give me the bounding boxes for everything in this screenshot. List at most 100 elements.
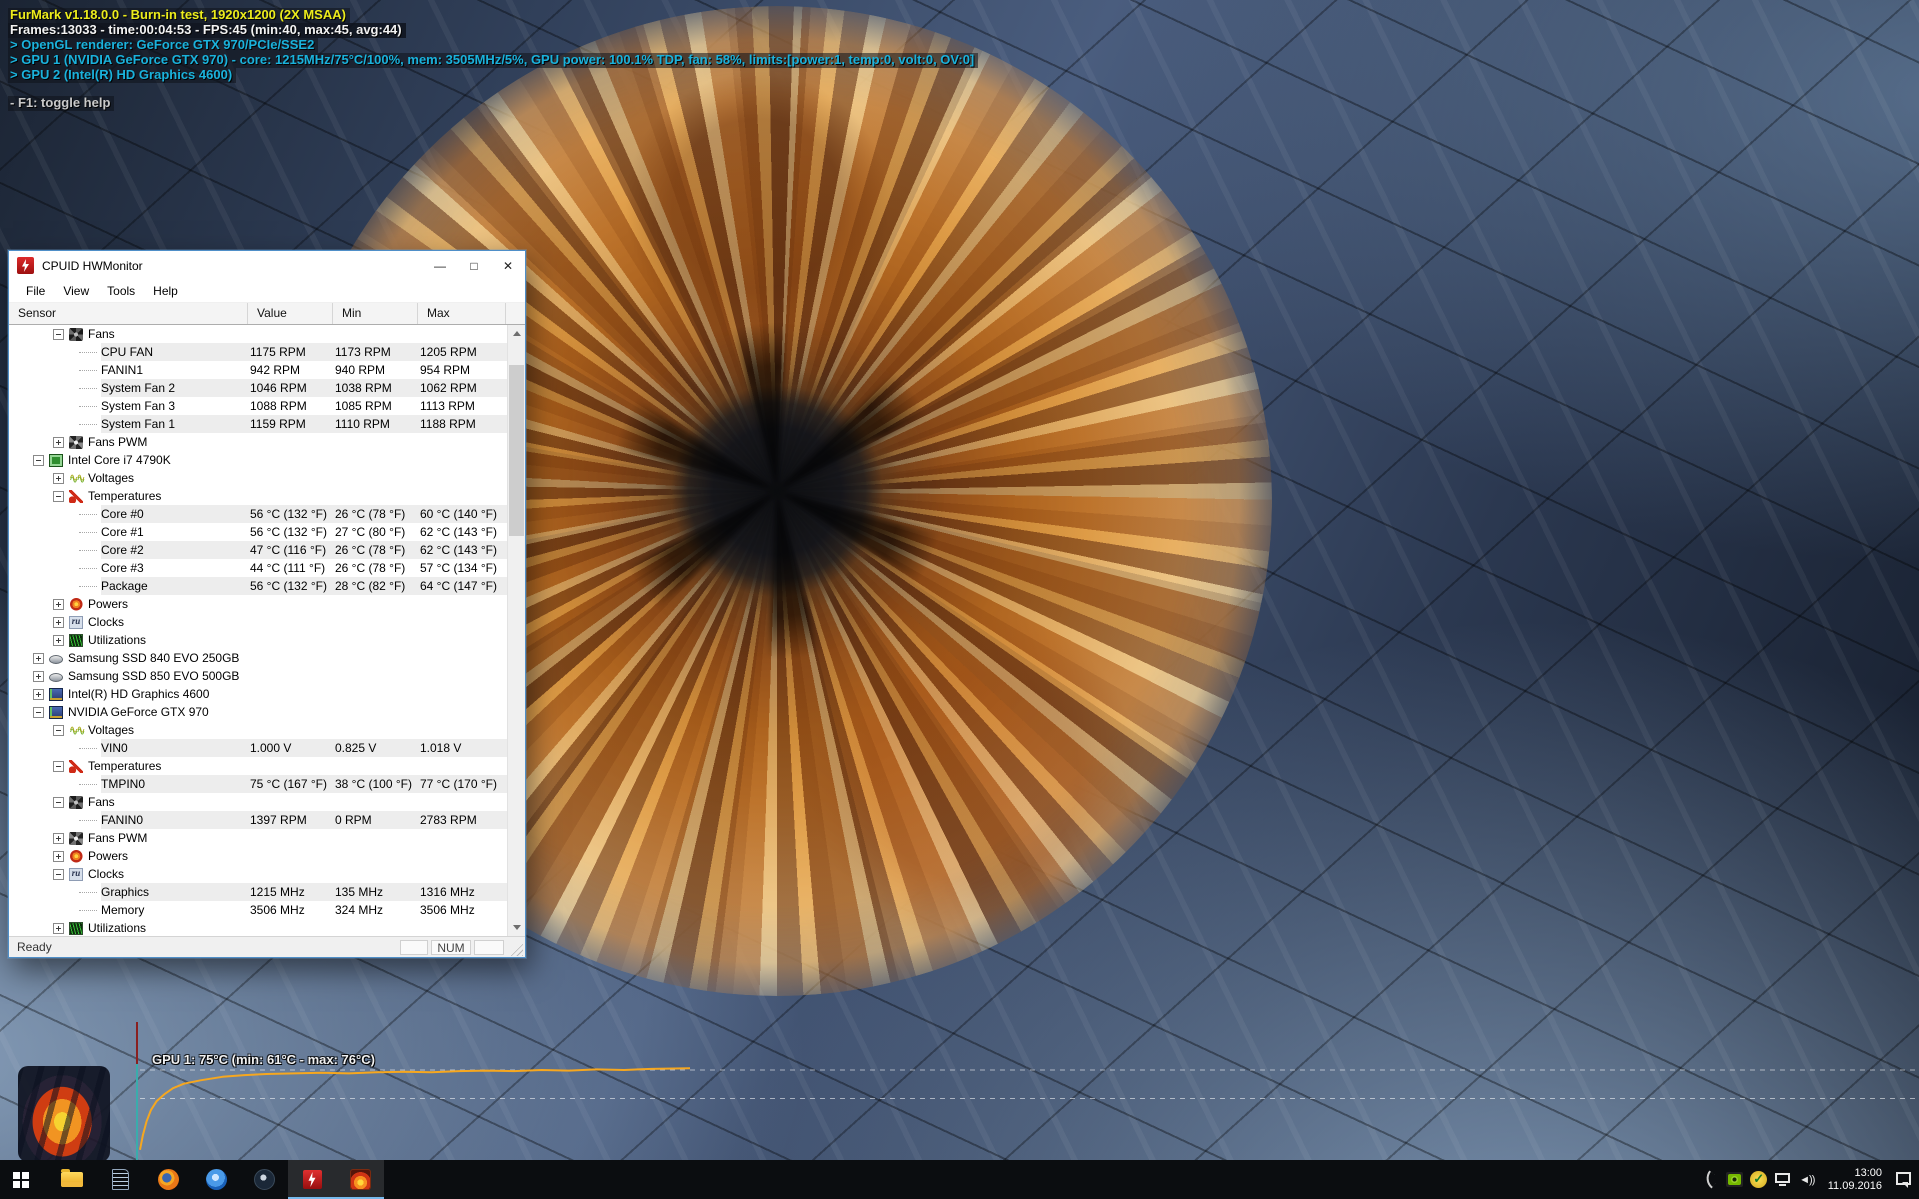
sensor-max: 77 °C (170 °F)	[420, 777, 497, 791]
taskbar-app-file-explorer[interactable]	[48, 1160, 96, 1199]
expand-toggle-icon[interactable]	[33, 652, 44, 664]
sensor-label: Memory	[101, 903, 145, 917]
collapse-toggle-icon[interactable]	[53, 760, 64, 772]
sensor-row-system-fan-3[interactable]: System Fan 3 1088 RPM 1085 RPM 1113 RPM	[9, 397, 508, 415]
minimize-button[interactable]: —	[423, 251, 457, 280]
tray-volume-button[interactable]: ◄))	[1795, 1160, 1819, 1199]
tree-connector	[79, 351, 97, 353]
sensor-row-clocks[interactable]: Clocks	[9, 613, 508, 631]
sensor-row-core-1[interactable]: Core #1 56 °C (132 °F) 27 °C (80 °F) 62 °C …	[9, 523, 508, 541]
column-header-sensor[interactable]: Sensor	[9, 303, 248, 324]
taskbar-app-thunderbird[interactable]	[192, 1160, 240, 1199]
menu-item-tools[interactable]: Tools	[98, 282, 144, 300]
sensor-label: Samsung SSD 850 EVO 500GB	[68, 669, 240, 683]
sensor-row-fans[interactable]: Fans	[9, 793, 508, 811]
taskbar-app-furmark[interactable]	[336, 1160, 384, 1199]
taskbar-app-firefox[interactable]	[144, 1160, 192, 1199]
tray-network-button[interactable]	[1771, 1160, 1795, 1199]
expand-toggle-icon[interactable]	[53, 472, 64, 484]
scrollbar-thumb[interactable]	[509, 365, 524, 536]
sensor-row-core-0[interactable]: Core #0 56 °C (132 °F) 26 °C (78 °F) 60 °C …	[9, 505, 508, 523]
column-header-max[interactable]: Max	[418, 303, 506, 324]
sensor-row-samsung-ssd-840-evo-250gb[interactable]: Samsung SSD 840 EVO 250GB	[9, 649, 508, 667]
sensor-row-fans[interactable]: Fans	[9, 325, 508, 343]
expand-toggle-icon[interactable]	[53, 634, 64, 646]
taskbar-app-hwmonitor[interactable]	[288, 1160, 336, 1199]
collapse-toggle-icon[interactable]	[33, 454, 44, 466]
sensor-row-cpu-fan[interactable]: CPU FAN 1175 RPM 1173 RPM 1205 RPM	[9, 343, 508, 361]
collapse-toggle-icon[interactable]	[53, 328, 64, 340]
sensor-label: Core #0	[101, 507, 144, 521]
collapse-toggle-icon[interactable]	[53, 868, 64, 880]
sensor-label: VIN0	[101, 741, 128, 755]
menu-item-help[interactable]: Help	[144, 282, 187, 300]
expand-toggle-icon[interactable]	[53, 598, 64, 610]
collapse-toggle-icon[interactable]	[53, 724, 64, 736]
maximize-button[interactable]: □	[457, 251, 491, 280]
sensor-row-graphics[interactable]: Graphics 1215 MHz 135 MHz 1316 MHz	[9, 883, 508, 901]
sensor-row-system-fan-2[interactable]: System Fan 2 1046 RPM 1038 RPM 1062 RPM	[9, 379, 508, 397]
expand-toggle-icon[interactable]	[33, 688, 44, 700]
sensor-row-temperatures[interactable]: Temperatures	[9, 757, 508, 775]
sensor-row-utilizations[interactable]: Utilizations	[9, 631, 508, 649]
sensor-row-intel-r-hd-graphics-4600[interactable]: Intel(R) HD Graphics 4600	[9, 685, 508, 703]
sensor-row-core-3[interactable]: Core #3 44 °C (111 °F) 26 °C (78 °F) 57 °C …	[9, 559, 508, 577]
title-bar[interactable]: CPUID HWMonitor — □ ✕	[9, 251, 525, 280]
start-button[interactable]	[0, 1160, 48, 1199]
expand-toggle-icon[interactable]	[53, 832, 64, 844]
menu-bar: File View Tools Help	[9, 280, 525, 303]
osd-gpu1-line: > GPU 1 (NVIDIA GeForce GTX 970) - core:…	[8, 53, 979, 68]
tray-antivirus-check-button[interactable]	[1747, 1160, 1771, 1199]
collapse-toggle-icon[interactable]	[53, 490, 64, 502]
osd-help-line: - F1: toggle help	[8, 96, 115, 111]
close-button[interactable]: ✕	[491, 251, 525, 280]
sensor-row-voltages[interactable]: Voltages	[9, 469, 508, 487]
sensor-row-voltages[interactable]: Voltages	[9, 721, 508, 739]
collapse-toggle-icon[interactable]	[53, 796, 64, 808]
expand-toggle-icon[interactable]	[53, 616, 64, 628]
collapse-toggle-icon[interactable]	[33, 706, 44, 718]
expand-toggle-icon[interactable]	[33, 670, 44, 682]
expand-toggle-icon[interactable]	[53, 436, 64, 448]
sensor-label: Temperatures	[88, 759, 162, 773]
tray-nvidia-settings-button[interactable]	[1723, 1160, 1747, 1199]
status-bar: Ready NUM	[9, 936, 525, 957]
sensor-label: System Fan 2	[101, 381, 176, 395]
taskbar-app-steam[interactable]	[240, 1160, 288, 1199]
expand-toggle-icon[interactable]	[53, 922, 64, 934]
taskbar-clock[interactable]: 13:00 11.09.2016	[1819, 1167, 1891, 1193]
sensor-row-clocks[interactable]: Clocks	[9, 865, 508, 883]
fan-pwm-icon	[69, 435, 83, 449]
sensor-row-system-fan-1[interactable]: System Fan 1 1159 RPM 1110 RPM 1188 RPM	[9, 415, 508, 433]
expand-toggle-icon[interactable]	[53, 850, 64, 862]
resize-grip[interactable]	[509, 942, 523, 956]
sensor-max: 62 °C (143 °F)	[420, 543, 497, 557]
sensor-row-samsung-ssd-850-evo-500gb[interactable]: Samsung SSD 850 EVO 500GB	[9, 667, 508, 685]
sensor-row-vin0[interactable]: VIN0 1.000 V 0.825 V 1.018 V	[9, 739, 508, 757]
sensor-row-fanin1[interactable]: FANIN1 942 RPM 940 RPM 954 RPM	[9, 361, 508, 379]
tray-satellite-button[interactable]	[1699, 1160, 1723, 1199]
scroll-down-arrow-icon[interactable]	[508, 919, 525, 936]
column-header-min[interactable]: Min	[333, 303, 418, 324]
sensor-row-intel-core-i7-4790k[interactable]: Intel Core i7 4790K	[9, 451, 508, 469]
sensor-row-powers[interactable]: Powers	[9, 847, 508, 865]
sensor-row-tmpin0[interactable]: TMPIN0 75 °C (167 °F) 38 °C (100 °F) 77 °C …	[9, 775, 508, 793]
sensor-row-nvidia-geforce-gtx-970[interactable]: NVIDIA GeForce GTX 970	[9, 703, 508, 721]
vertical-scrollbar[interactable]	[507, 325, 525, 936]
sensor-row-temperatures[interactable]: Temperatures	[9, 487, 508, 505]
menu-item-view[interactable]: View	[54, 282, 98, 300]
sensor-row-core-2[interactable]: Core #2 47 °C (116 °F) 26 °C (78 °F) 62 °C …	[9, 541, 508, 559]
sensor-row-fanin0[interactable]: FANIN0 1397 RPM 0 RPM 2783 RPM	[9, 811, 508, 829]
sensor-row-fans-pwm[interactable]: Fans PWM	[9, 433, 508, 451]
scroll-up-arrow-icon[interactable]	[508, 325, 525, 342]
menu-item-file[interactable]: File	[17, 282, 54, 300]
sensor-row-package[interactable]: Package 56 °C (132 °F) 28 °C (82 °F) 64 °C …	[9, 577, 508, 595]
column-header-value[interactable]: Value	[248, 303, 333, 324]
action-center-button[interactable]	[1891, 1160, 1915, 1199]
sensor-row-powers[interactable]: Powers	[9, 595, 508, 613]
taskbar-app-notepad[interactable]	[96, 1160, 144, 1199]
sensor-row-memory[interactable]: Memory 3506 MHz 324 MHz 3506 MHz	[9, 901, 508, 919]
sensor-row-fans-pwm[interactable]: Fans PWM	[9, 829, 508, 847]
status-ready-text: Ready	[17, 940, 52, 954]
sensor-row-utilizations[interactable]: Utilizations	[9, 919, 508, 936]
